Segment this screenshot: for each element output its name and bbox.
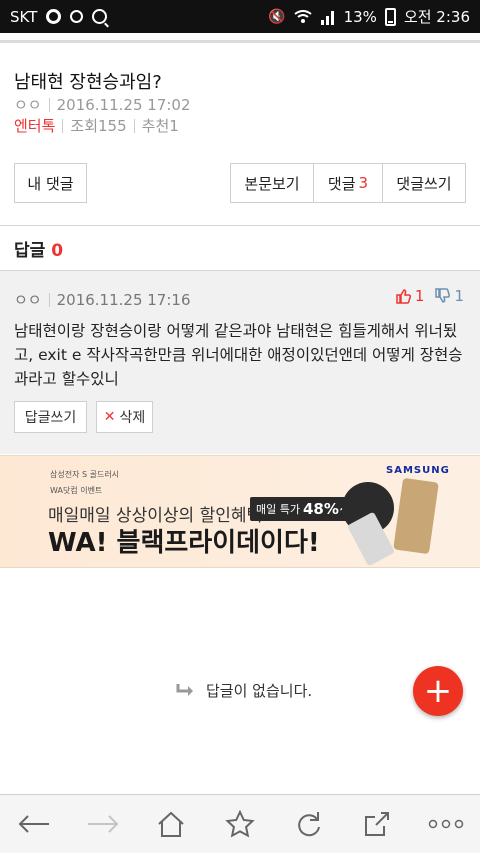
meta-separator: [48, 97, 50, 112]
comment-item: ㅇㅇ 2016.11.25 17:16 1 1 남태현이랑 장현승이랑 어떻게 …: [0, 271, 480, 454]
replies-header: 답글 0: [14, 236, 63, 261]
ad-headline: WA! 블랙프라이데이다!: [48, 528, 320, 558]
comments-label: 댓글: [327, 174, 356, 193]
wifi-icon: [293, 9, 312, 23]
delete-button-label: 삭제: [119, 410, 146, 426]
post-category[interactable]: 엔터톡: [14, 115, 55, 136]
status-bar: SKT 🔇 13% 오전 2:36: [0, 0, 480, 33]
ad-tag-label: 매일 특가: [256, 503, 300, 516]
app-icon: [70, 10, 84, 23]
comment-text: 남태현이랑 장현승이랑 어떻게 같은과야 남태현은 힘들게해서 위너됬고, ex…: [14, 322, 463, 388]
forward-button[interactable]: [83, 804, 123, 844]
my-comments-button[interactable]: 내 댓글: [14, 163, 87, 203]
home-button[interactable]: [151, 804, 191, 844]
bookmark-button[interactable]: [220, 804, 260, 844]
reply-button[interactable]: 답글쓰기: [14, 401, 87, 433]
samsung-logo: SAMSUNG: [386, 465, 450, 476]
view-post-button[interactable]: 본문보기: [230, 163, 314, 203]
refresh-icon: [297, 812, 320, 837]
meta-separator: [133, 118, 135, 133]
star-icon: [225, 810, 255, 838]
clock: 오전 2:36: [403, 8, 470, 26]
post-stats: 엔터톡 조회155 추천1: [14, 115, 179, 136]
comment-date: 2016.11.25 17:16: [56, 290, 191, 309]
forward-arrow-icon: [87, 815, 119, 833]
empty-replies: 답글이 없습니다.: [176, 680, 312, 701]
post-date: 2016.11.25 17:02: [56, 95, 191, 114]
section-divider: [0, 225, 480, 226]
replies-count: 0: [51, 241, 64, 261]
meta-separator: [48, 292, 50, 307]
upvote-button[interactable]: 1: [395, 287, 425, 305]
share-icon: [365, 812, 390, 836]
close-icon: ✕: [103, 409, 116, 425]
signal-icon: [320, 10, 334, 25]
search-icon: [92, 9, 108, 24]
ad-brand-line1: 삼성전자 S 골드러시: [50, 470, 120, 479]
downvote-button[interactable]: 1: [434, 287, 464, 305]
battery-pack-image: [393, 477, 439, 555]
notification-icon: [46, 9, 62, 24]
reply-button-label: 답글쓰기: [24, 410, 77, 426]
thumbs-up-icon: [396, 289, 411, 304]
post-recommends: 추천1: [141, 117, 179, 135]
plus-icon: +: [423, 671, 453, 711]
thumbs-down-icon: [435, 288, 451, 303]
home-icon: [158, 811, 185, 837]
delete-button[interactable]: ✕ 삭제: [96, 401, 153, 433]
write-comment-button[interactable]: 댓글쓰기: [382, 163, 466, 203]
comments-button[interactable]: 댓글 3: [313, 163, 383, 203]
browser-toolbar: [0, 794, 480, 853]
comment-meta: ㅇㅇ 2016.11.25 17:16: [14, 289, 191, 310]
post-views: 조회155: [70, 117, 127, 135]
upvote-count: 1: [414, 287, 425, 305]
comment-votes: 1 1: [395, 287, 464, 305]
ad-brand-line2: WA닷컴 이벤트: [50, 486, 103, 495]
empty-replies-text: 답글이 없습니다.: [206, 682, 313, 700]
comments-count: 3: [358, 174, 369, 192]
reply-arrow-icon: [176, 683, 193, 696]
post-title: 남태현 장현승과임?: [14, 72, 162, 93]
top-divider: [0, 40, 480, 43]
carrier-label: SKT: [10, 7, 38, 26]
battery-icon: [384, 7, 396, 26]
comment-author: ㅇㅇ: [14, 291, 42, 309]
write-comment-label: 댓글쓰기: [396, 174, 452, 193]
more-icon: [428, 819, 463, 829]
add-button[interactable]: +: [413, 666, 463, 716]
share-button[interactable]: [357, 804, 397, 844]
more-button[interactable]: [426, 804, 466, 844]
view-post-label: 본문보기: [244, 174, 300, 193]
my-comments-label: 내 댓글: [27, 174, 74, 193]
meta-separator: [62, 118, 64, 133]
downvote-count: 1: [454, 287, 464, 305]
mute-icon: 🔇: [268, 8, 286, 25]
back-button[interactable]: [14, 804, 54, 844]
replies-label: 답글: [14, 241, 46, 261]
battery-percent: 13%: [343, 7, 377, 26]
post-meta: ㅇㅇ 2016.11.25 17:02: [14, 94, 191, 115]
back-arrow-icon: [18, 815, 50, 833]
post-author: ㅇㅇ: [14, 96, 42, 114]
ad-banner[interactable]: 삼성전자 S 골드러시 WA닷컴 이벤트 SAMSUNG 매일매일 상상이상의 …: [0, 455, 480, 568]
refresh-button[interactable]: [289, 804, 329, 844]
